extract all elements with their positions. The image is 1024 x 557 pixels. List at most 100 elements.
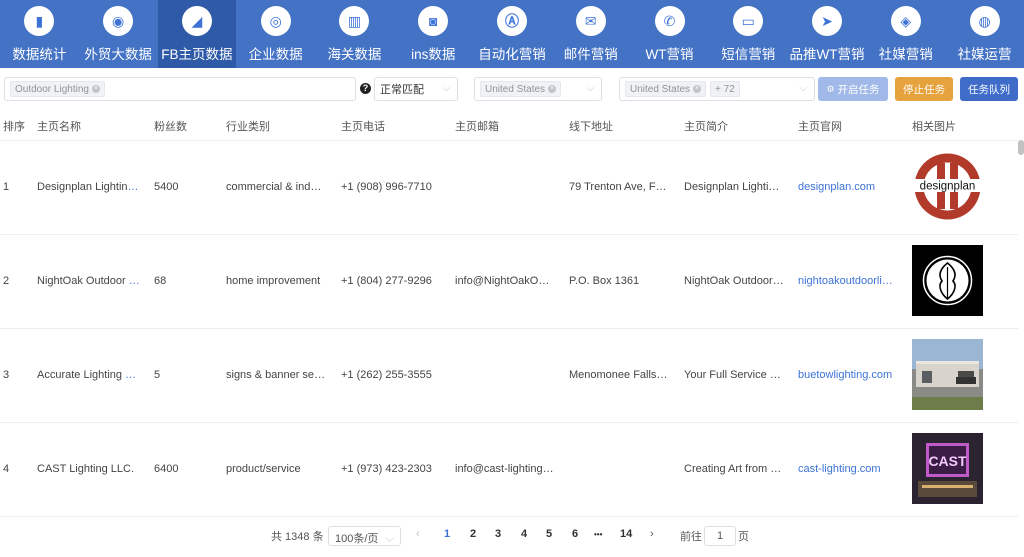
cell-website[interactable]: nightoakoutdoorlighting.com [798,275,898,287]
page-4[interactable]: 4 [521,528,527,540]
total-count: 共 1348 条 [271,531,324,543]
nav-item[interactable]: ◢ FB主页数据 [157,0,237,68]
country-tag[interactable]: United States × [480,81,562,97]
nav-label: 邮件营销 [563,47,618,62]
nav-item[interactable]: ◈ 社媒营销 [866,0,945,68]
nav-item[interactable]: ◙ ins数据 [394,0,473,68]
scrollbar-thumb[interactable] [1018,140,1024,155]
name-text: NightOak [37,275,86,287]
page-size-select[interactable]: 100条/页 ⌵ [328,526,401,546]
cell-rank: 2 [3,275,10,287]
intro-text: Your Full Service Sign Company [684,369,784,381]
cell-fans: 5400 [154,181,179,193]
table-header: 排序 主页名称 粉丝数 行业类别 主页电话 主页邮箱 线下地址 主页简介 主页官… [0,112,1024,140]
start-task-button[interactable]: ⚙ 开启任务 [818,77,888,101]
col-header: 主页简介 [684,121,728,133]
page-1[interactable]: 1 [444,528,450,540]
nav-label: WT营销 [645,47,694,62]
cell-category: commercial & industrial [226,181,326,193]
page-6[interactable]: 6 [572,528,578,540]
cell-fans: 5 [154,369,161,381]
svg-text:designplan: designplan [920,181,976,193]
chart-icon: ▮ [24,6,55,36]
cell-phone: +1 (973) 423-2303 [341,463,432,475]
col-header: 行业类别 [226,121,270,133]
country-select[interactable]: United States × ⌵ [474,77,602,101]
search-icon: ◎ [260,6,291,36]
region-more-tag: + 72 [710,81,740,97]
cell-website[interactable]: designplan.com [798,181,898,193]
keyword-input[interactable]: Outdoor Lighting × [4,77,356,101]
col-header: 线下地址 [569,121,613,133]
table-row[interactable]: 1 Designplan Lighting Ltd 5400 commercial &… [0,141,1018,235]
page-last[interactable]: 14 [620,528,632,540]
page-3[interactable]: 3 [495,528,501,540]
nav-item[interactable]: ◉ 外贸大数据 [79,0,158,68]
cell-name[interactable]: NightOak Outdoor Lighting [37,275,141,287]
cell-intro: Designplan Lighting Ltd [684,181,784,193]
cell-name[interactable]: Accurate Lighting & Signs [37,369,141,381]
intro-text: Designplan Lighting Ltd [684,181,784,193]
automation-icon: Ⓐ [496,6,527,36]
bank-icon: ▥ [339,6,370,36]
goto-suffix: 页 [738,531,749,543]
nav-item[interactable]: ✆ WT营销 [630,0,709,68]
remove-tag-icon[interactable]: × [91,85,100,93]
table-row[interactable]: 4 CAST Lighting LLC. 6400 product/service +1… [0,423,1018,517]
cell-name[interactable]: CAST Lighting LLC. [37,463,141,475]
col-header: 主页邮箱 [455,121,499,133]
nav-label: FB主页数据 [161,47,233,62]
cell-rank: 3 [3,369,10,381]
nav-item[interactable]: ➤ 品推WT营销 [788,0,867,68]
mail-chat-icon: ✉ [575,6,606,36]
page-5[interactable]: 5 [546,528,552,540]
page-image[interactable] [912,339,983,410]
gear-icon: ⚙ [826,83,835,94]
cell-website[interactable]: buetowlighting.com [798,369,898,381]
remove-tag-icon[interactable]: × [693,85,702,93]
cell-email: info@cast-lighting.com [455,463,555,475]
cell-category: home improvement [226,275,321,287]
nav-item[interactable]: ◍ 社媒运营 [945,0,1024,68]
stop-task-button[interactable]: 停止任务 [895,77,953,101]
cell-website[interactable]: cast-lighting.com [798,463,898,475]
help-icon[interactable]: ? [360,83,371,94]
prev-page-icon[interactable]: ‹ [416,528,420,540]
nav-item[interactable]: ▭ 短信营销 [709,0,788,68]
nav-item[interactable]: Ⓐ 自动化营销 [473,0,552,68]
region-tag[interactable]: United States × [625,81,707,97]
cell-address: Menomonee Falls, WI [569,369,669,381]
next-page-icon[interactable]: › [650,528,654,540]
nav-label: 海关数据 [327,47,382,62]
nav-item[interactable]: ◎ 企业数据 [236,0,315,68]
nav-item[interactable]: ▥ 海关数据 [315,0,394,68]
remove-tag-icon[interactable]: × [548,85,557,93]
name-text: Accurate Lighting & Signs [37,369,141,381]
keyword-highlight: Outdoor Lighting [85,275,141,287]
chevron-down-icon: ⌵ [385,533,394,545]
cell-name[interactable]: Designplan Lighting Ltd [37,181,141,193]
cell-category: product/service [226,463,301,475]
instagram-icon: ◙ [418,6,449,36]
cell-rank: 1 [3,181,10,193]
nav-label: ins数据 [411,47,456,62]
page-image[interactable] [912,245,983,316]
keyword-tag[interactable]: Outdoor Lighting × [10,81,105,97]
page-image[interactable]: CAST [912,433,983,504]
page-image[interactable]: designplan [912,151,983,222]
nav-item[interactable]: ▮ 数据统计 [0,0,79,68]
region-select[interactable]: United States × + 72 ⌵ [619,77,815,101]
nav-item[interactable]: ✉ 邮件营销 [551,0,630,68]
task-queue-button[interactable]: 任务队列 [960,77,1018,101]
cell-intro: NightOak Outdoor Lighting [684,275,784,287]
more-pages-icon[interactable]: ••• [594,530,602,539]
goto-page-input[interactable]: 1 [704,526,736,546]
table-row[interactable]: 2 NightOak Outdoor Lighting 68 home improve… [0,235,1018,329]
page-2[interactable]: 2 [470,528,476,540]
nav-label: 品推WT营销 [789,47,865,62]
table-row[interactable]: 3 Accurate Lighting & Signs 5 signs & banne… [0,329,1018,423]
sms-icon: ▭ [733,6,764,36]
telegram-icon: ➤ [812,6,843,36]
match-mode-select[interactable]: 正常匹配 ⌵ [374,77,458,101]
name-text: CAST Lighting LLC. [37,463,135,475]
